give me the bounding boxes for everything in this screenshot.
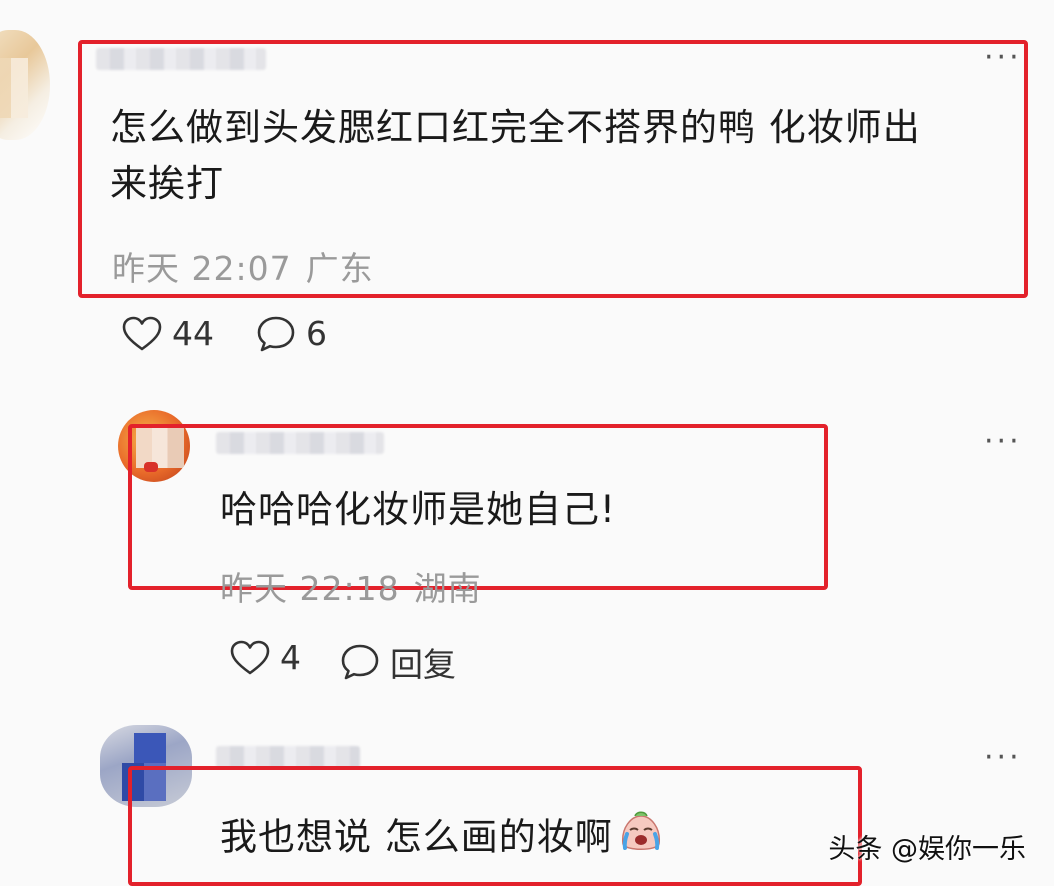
watermark: 头条 @娱你一乐 bbox=[828, 834, 1026, 865]
username-blurred[interactable] bbox=[216, 746, 360, 768]
like-count: 4 bbox=[280, 638, 301, 677]
comment-text-line: 来挨打 bbox=[110, 162, 224, 205]
reply-button[interactable]: 回复 bbox=[340, 638, 456, 686]
like-button[interactable]: 4 bbox=[230, 638, 301, 677]
comment-meta: 昨天 22:18 湖南 bbox=[220, 562, 496, 610]
comment-bubble-icon bbox=[257, 316, 295, 351]
comment-text-line: 怎么做到头发腮红口红完全不搭界的鸭 化妆师出 bbox=[110, 106, 921, 149]
like-button[interactable]: 44 bbox=[122, 314, 214, 353]
avatar[interactable] bbox=[0, 30, 50, 140]
crying-face-emoji bbox=[617, 808, 665, 870]
reply-count: 6 bbox=[306, 314, 327, 353]
more-icon[interactable]: ··· bbox=[984, 743, 1022, 773]
reply-label: 回复 bbox=[390, 645, 456, 684]
comment-text-content: 我也想说 怎么画的妆啊 bbox=[220, 815, 613, 859]
reply-button[interactable]: 6 bbox=[256, 314, 327, 353]
comment-time: 昨天 22:18 bbox=[220, 569, 400, 608]
comment-text: 我也想说 怎么画的妆啊 bbox=[220, 808, 665, 870]
comment-text: 怎么做到头发腮红口红完全不搭界的鸭 化妆师出 来挨打 bbox=[110, 100, 921, 212]
like-count: 44 bbox=[172, 314, 214, 353]
heart-icon bbox=[230, 640, 270, 674]
comment-time: 昨天 22:07 bbox=[112, 249, 292, 288]
avatar-blur bbox=[134, 733, 166, 763]
comment-location: 广东 bbox=[305, 249, 374, 288]
avatar-blur bbox=[0, 58, 28, 118]
comment-text: 哈哈哈化妆师是她自己! bbox=[220, 488, 616, 531]
comment-bubble-icon bbox=[341, 644, 379, 680]
comment-location: 湖南 bbox=[413, 569, 482, 608]
more-icon[interactable]: ··· bbox=[984, 427, 1022, 457]
comment-meta: 昨天 22:07 广东 bbox=[112, 242, 388, 290]
heart-icon bbox=[122, 316, 162, 350]
